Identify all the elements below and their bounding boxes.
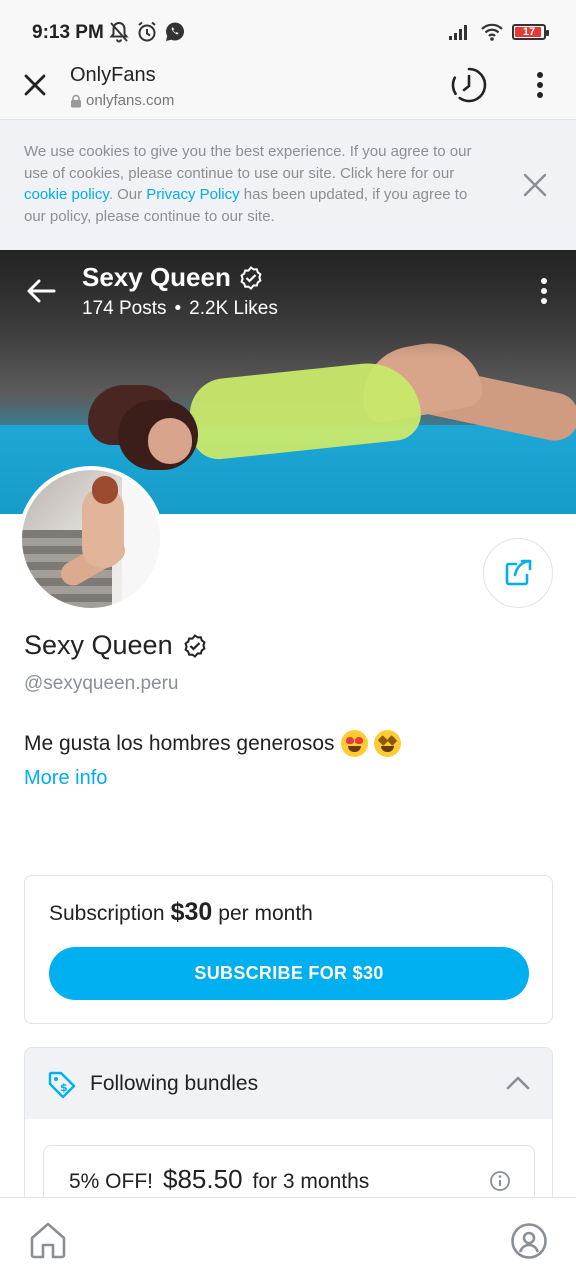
- info-icon[interactable]: [489, 1170, 511, 1192]
- alarm-icon: [138, 21, 156, 42]
- profile-name-text: Sexy Queen: [24, 630, 173, 660]
- privacy-policy-link[interactable]: Privacy Policy: [146, 186, 239, 203]
- profile-bio-text: Me gusta los hombres generosos: [24, 731, 335, 755]
- subscription-card: Subscription $30 per month SUBSCRIBE FOR…: [24, 875, 553, 1024]
- share-icon: [505, 559, 532, 586]
- share-button[interactable]: [483, 538, 553, 608]
- bundle-item-text: 5% OFF! $85.50 for 3 months: [69, 1164, 369, 1195]
- cover-name: Sexy Queen: [82, 262, 263, 293]
- star-struck-emoji-icon: [373, 730, 401, 757]
- more-info-link[interactable]: More info: [24, 767, 107, 790]
- verified-icon: [240, 265, 262, 290]
- bundle-duration: for 3 months: [252, 1170, 370, 1193]
- verified-icon: [184, 633, 206, 658]
- browser-url-text: onlyfans.com: [86, 92, 175, 109]
- avatar[interactable]: [18, 466, 164, 612]
- cookie-text: We use cookies to give you the best expe…: [24, 141, 492, 227]
- cookie-close-icon[interactable]: [522, 172, 548, 198]
- more-vertical-icon[interactable]: [530, 70, 550, 100]
- cookie-policy-link[interactable]: cookie policy: [24, 186, 109, 203]
- cover-stats: 174 Posts • 2.2K Likes: [82, 298, 278, 320]
- profile-bio: Me gusta los hombres generosos: [24, 730, 401, 757]
- chevron-up-icon[interactable]: [505, 1074, 531, 1092]
- heart-eyes-emoji-icon: [340, 730, 368, 757]
- home-icon[interactable]: [28, 1220, 68, 1260]
- bundle-price: $85.50: [163, 1164, 243, 1194]
- wifi-icon: [481, 23, 503, 41]
- subscription-label: Subscription: [49, 902, 165, 925]
- stats-separator: •: [174, 298, 182, 319]
- lock-icon: [71, 94, 81, 107]
- subscription-line: Subscription $30 per month: [49, 898, 313, 927]
- browser-url: onlyfans.com: [70, 92, 174, 109]
- profile-name: Sexy Queen: [24, 630, 207, 661]
- likes-count: 2.2K Likes: [189, 298, 278, 319]
- mute-bell-icon: [109, 21, 129, 43]
- cookie-text-2: . Our: [108, 186, 147, 204]
- browser-toolbar: OnlyFans onlyfans.com: [0, 50, 576, 120]
- whatsapp-icon: [166, 22, 185, 41]
- battery-text: 17: [522, 26, 536, 38]
- bundles-card: $ Following bundles 5% OFF! $85.50 for 3…: [24, 1047, 553, 1207]
- subscription-period: per month: [218, 902, 313, 925]
- cookie-text-1: We use cookies to give you the best expe…: [24, 143, 472, 182]
- status-time: 9:13 PM: [32, 22, 104, 43]
- bundles-header[interactable]: $ Following bundles: [25, 1048, 552, 1119]
- close-icon[interactable]: [20, 70, 50, 100]
- browser-title: OnlyFans: [70, 64, 156, 86]
- battery-icon: 17: [512, 24, 549, 40]
- cover-name-text: Sexy Queen: [82, 262, 231, 292]
- status-icons-right: 17: [448, 22, 549, 42]
- cover-more-icon[interactable]: [534, 276, 554, 306]
- subscribe-button[interactable]: SUBSCRIBE FOR $30: [49, 947, 529, 1000]
- profile-icon[interactable]: [510, 1222, 548, 1260]
- back-arrow-icon[interactable]: [26, 278, 56, 304]
- bottom-nav: [0, 1197, 576, 1280]
- bundles-title: Following bundles: [90, 1072, 259, 1095]
- svg-text:$: $: [60, 1081, 68, 1094]
- profile-handle: @sexyqueen.peru: [24, 673, 179, 694]
- bundle-discount: 5% OFF!: [69, 1170, 154, 1193]
- price-tag-icon: $: [48, 1071, 76, 1099]
- history-icon[interactable]: [450, 66, 488, 104]
- cookie-banner: We use cookies to give you the best expe…: [0, 120, 576, 250]
- subscription-price: $30: [170, 898, 213, 926]
- status-icons-left: [108, 20, 186, 44]
- posts-count: 174 Posts: [82, 298, 167, 319]
- signal-icon: [449, 25, 467, 40]
